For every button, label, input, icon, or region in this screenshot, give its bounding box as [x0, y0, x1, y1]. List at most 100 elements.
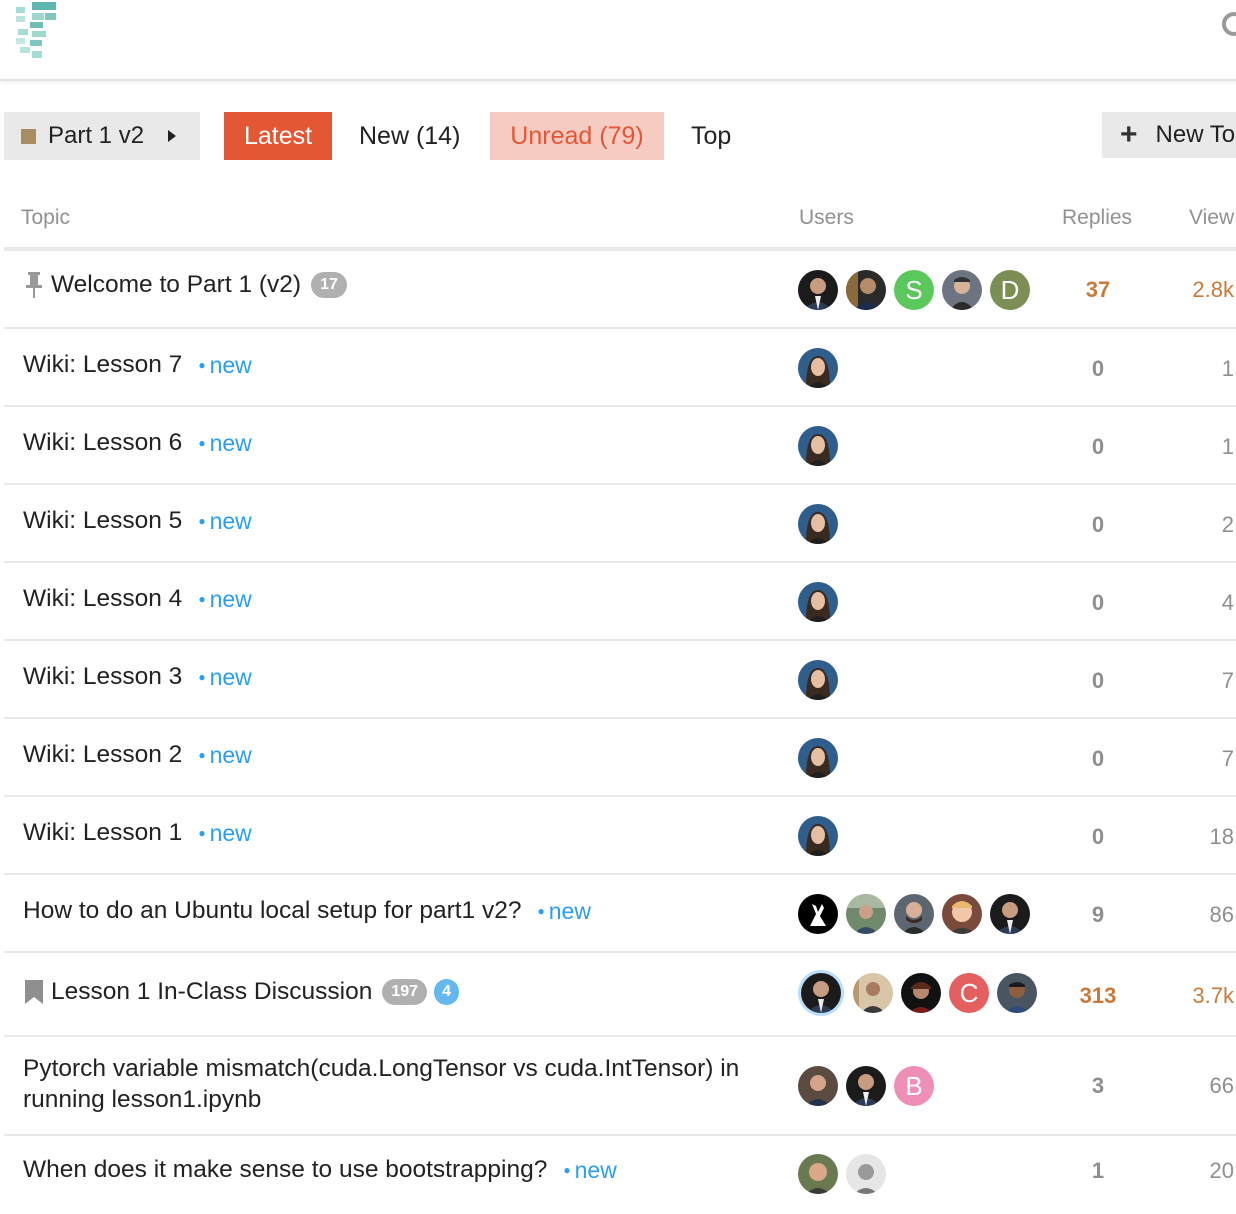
topic-row: Wiki: Lesson 7 new 0 1 [4, 329, 1236, 407]
replies-count[interactable]: 3 [1068, 1073, 1128, 1099]
replies-count[interactable]: 37 [1068, 277, 1128, 303]
column-header-topic[interactable]: Topic [21, 206, 70, 230]
avatar[interactable] [846, 270, 886, 310]
new-indicator[interactable]: new [563, 1157, 617, 1184]
topic-row: Welcome to Part 1 (v2) 17 S D 37 2.8k [4, 250, 1236, 329]
topic-row: How to do an Ubuntu local setup for part… [4, 875, 1236, 953]
avatar[interactable] [853, 973, 893, 1013]
avatar[interactable]: D [990, 270, 1030, 310]
avatar[interactable] [798, 894, 838, 934]
avatar-letter: B [905, 1070, 923, 1101]
tab-latest[interactable]: Latest [224, 112, 332, 160]
avatar[interactable] [846, 1066, 886, 1106]
fastai-logo[interactable] [14, 2, 58, 60]
avatar[interactable] [942, 894, 982, 934]
topic-row: Wiki: Lesson 1 new 0 18 [4, 797, 1236, 875]
replies-count[interactable]: 0 [1068, 356, 1128, 382]
replies-count[interactable]: 0 [1068, 434, 1128, 460]
new-indicator[interactable]: new [198, 586, 252, 613]
avatar[interactable]: B [894, 1066, 934, 1106]
views-count: 7 [1221, 668, 1234, 693]
topic-title[interactable]: Wiki: Lesson 1 [23, 819, 182, 847]
topic-title[interactable]: Wiki: Lesson 5 [23, 507, 182, 535]
topic-title[interactable]: Wiki: Lesson 6 [23, 429, 182, 457]
unread-count-badge[interactable]: 197 [382, 979, 428, 1005]
topic-row: Pytorch variable mismatch(cuda.LongTenso… [4, 1037, 1236, 1136]
avatar[interactable] [798, 1154, 838, 1194]
topic-title[interactable]: Lesson 1 In-Class Discussion [51, 978, 372, 1006]
new-indicator[interactable]: new [198, 664, 252, 691]
avatar[interactable] [798, 582, 838, 622]
replies-count[interactable]: 0 [1068, 512, 1128, 538]
new-indicator[interactable]: new [198, 508, 252, 535]
plus-icon: + [1120, 118, 1138, 151]
new-indicator[interactable]: new [198, 352, 252, 379]
views-count: 2.8k [1192, 277, 1234, 302]
replies-count[interactable]: 1 [1068, 1158, 1128, 1184]
pin-icon [26, 272, 42, 298]
avatar[interactable] [997, 973, 1037, 1013]
avatar[interactable] [798, 270, 838, 310]
column-header-replies[interactable]: Replies [1062, 206, 1132, 230]
avatar[interactable] [798, 348, 838, 388]
column-header-views[interactable]: View [1189, 206, 1234, 230]
avatar[interactable] [798, 738, 838, 778]
avatar[interactable] [942, 270, 982, 310]
topic-row: Wiki: Lesson 3 new 0 7 [4, 641, 1236, 719]
bookmark-icon [25, 980, 43, 1004]
avatar-letter: C [959, 977, 979, 1008]
tab-new[interactable]: New (14) [343, 112, 476, 160]
avatar[interactable]: C [949, 973, 989, 1013]
avatar[interactable] [798, 660, 838, 700]
views-count: 86 [1209, 902, 1234, 927]
topic-title[interactable]: Welcome to Part 1 (v2) [51, 271, 301, 299]
topic-title[interactable]: Pytorch variable mismatch(cuda.LongTenso… [23, 1053, 783, 1115]
avatar[interactable] [990, 894, 1030, 934]
avatar[interactable] [801, 973, 841, 1013]
tab-top[interactable]: Top [675, 112, 747, 160]
replies-count[interactable]: 0 [1068, 668, 1128, 694]
topic-title[interactable]: Wiki: Lesson 3 [23, 663, 182, 691]
new-posts-badge[interactable]: 4 [434, 979, 459, 1005]
views-count: 2 [1221, 512, 1234, 537]
new-indicator[interactable]: new [198, 820, 252, 847]
avatar[interactable] [901, 973, 941, 1013]
replies-count[interactable]: 9 [1068, 902, 1128, 928]
topic-title[interactable]: Wiki: Lesson 4 [23, 585, 182, 613]
views-count: 20 [1209, 1158, 1234, 1183]
tab-unread[interactable]: Unread (79) [490, 112, 664, 160]
new-indicator[interactable]: new [537, 898, 591, 925]
avatar[interactable] [846, 894, 886, 934]
avatar[interactable] [894, 894, 934, 934]
topic-row: When does it make sense to use bootstrap… [4, 1136, 1236, 1214]
avatar[interactable] [846, 1154, 886, 1194]
category-dropdown[interactable]: Part 1 v2 [4, 112, 200, 160]
new-topic-button[interactable]: + New To [1102, 112, 1236, 158]
avatar[interactable] [798, 504, 838, 544]
avatar[interactable] [798, 816, 838, 856]
topic-title[interactable]: Wiki: Lesson 7 [23, 351, 182, 379]
category-label: Part 1 v2 [48, 122, 145, 149]
caret-right-icon [168, 130, 177, 142]
views-count: 1 [1221, 434, 1234, 459]
topic-title[interactable]: Wiki: Lesson 2 [23, 741, 182, 769]
avatar-letter: D [1000, 274, 1020, 305]
search-icon[interactable] [1220, 10, 1236, 38]
views-count: 4 [1221, 590, 1234, 615]
replies-count[interactable]: 313 [1068, 983, 1128, 1009]
navigation-bar: Part 1 v2 Latest New (14) Unread (79) To… [0, 112, 1236, 160]
replies-count[interactable]: 0 [1068, 590, 1128, 616]
unread-count-badge[interactable]: 17 [311, 272, 347, 298]
new-indicator[interactable]: new [198, 430, 252, 457]
replies-count[interactable]: 0 [1068, 824, 1128, 850]
avatar[interactable]: S [894, 270, 934, 310]
site-header [0, 0, 1236, 81]
topic-list-header: Topic Users Replies View [4, 200, 1236, 251]
topic-title[interactable]: How to do an Ubuntu local setup for part… [23, 897, 521, 925]
replies-count[interactable]: 0 [1068, 746, 1128, 772]
column-header-users: Users [799, 206, 854, 229]
new-indicator[interactable]: new [198, 742, 252, 769]
topic-title[interactable]: When does it make sense to use bootstrap… [23, 1156, 547, 1184]
avatar[interactable] [798, 426, 838, 466]
avatar[interactable] [798, 1066, 838, 1106]
